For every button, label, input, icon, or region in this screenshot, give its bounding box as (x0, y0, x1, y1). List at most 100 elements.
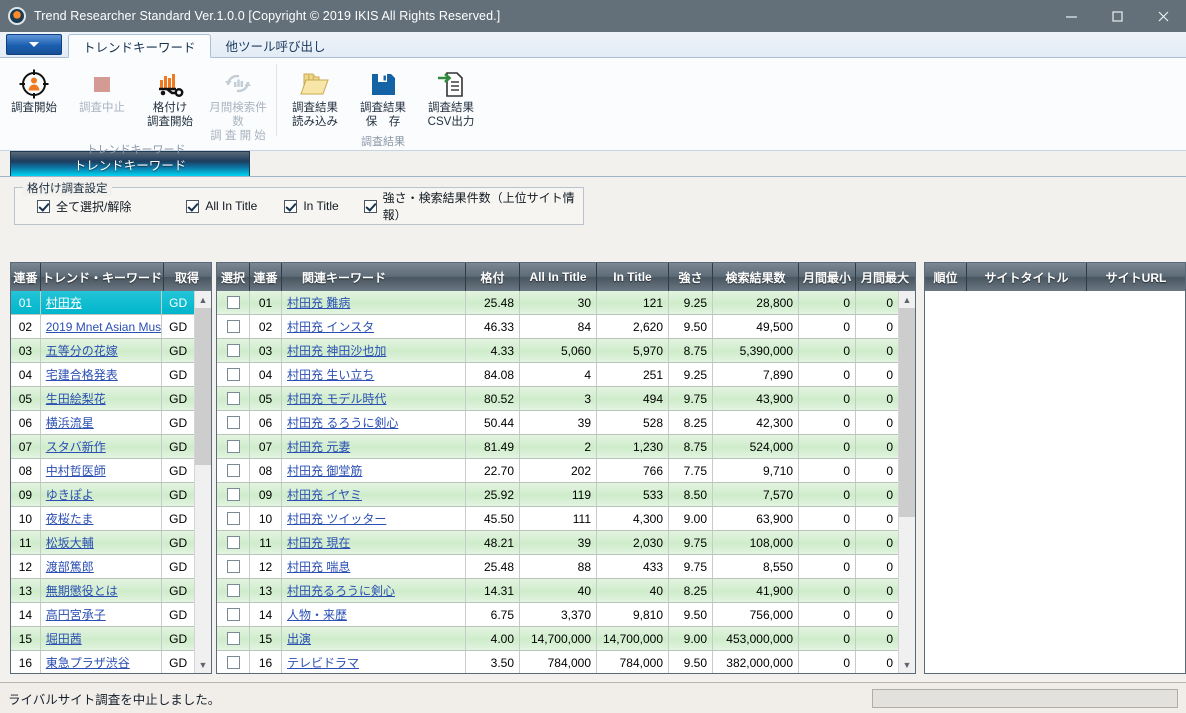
table-row[interactable]: 14 高円宮承子 GD (11, 603, 194, 627)
cell-keyword[interactable]: 五等分の花嫁 (41, 339, 163, 362)
related-col-strength[interactable]: 強さ (669, 263, 713, 291)
trend-scroll-thumb[interactable] (194, 308, 211, 465)
related-col-select[interactable]: 選択 (217, 263, 250, 291)
row-checkbox[interactable] (226, 392, 240, 405)
trend-scroll-track[interactable] (194, 308, 211, 656)
related-scroll-track[interactable] (898, 308, 915, 656)
row-checkbox[interactable] (226, 368, 240, 381)
table-row[interactable]: 11 村田充 現在 48.21 39 2,030 9.75 108,000 0 0 (217, 531, 898, 555)
table-row[interactable]: 04 村田充 生い立ち 84.08 4 251 9.25 7,890 0 0 (217, 363, 898, 387)
table-row[interactable]: 07 スタバ新作 GD (11, 435, 194, 459)
scroll-up-icon[interactable]: ▲ (899, 291, 916, 308)
row-checkbox[interactable] (226, 488, 240, 501)
cell-keyword[interactable]: 2019 Mnet Asian Musi (41, 315, 163, 338)
cell-select[interactable] (217, 603, 250, 626)
site-col-rank[interactable]: 順位 (925, 263, 967, 291)
cell-keyword[interactable]: 村田充 喘息 (282, 555, 466, 578)
cell-keyword[interactable]: 宅建合格発表 (41, 363, 163, 386)
table-row[interactable]: 03 村田充 神田沙也加 4.33 5,060 5,970 8.75 5,390,000 0 0 (217, 339, 898, 363)
cell-keyword[interactable]: 中村哲医師 (41, 459, 163, 482)
related-col-min[interactable]: 月間最小 (799, 263, 856, 291)
checkbox-in-title-box[interactable] (284, 199, 298, 213)
related-scroll-thumb[interactable] (898, 308, 915, 517)
trend-grid-scrollbar[interactable]: ▲ ▼ (194, 291, 211, 673)
cell-keyword[interactable]: 渡部篤郎 (41, 555, 163, 578)
start-research-button[interactable]: 調査開始 (0, 63, 68, 143)
cell-select[interactable] (217, 555, 250, 578)
table-row[interactable]: 05 村田充 モデル時代 80.52 3 494 9.75 43,900 0 0 (217, 387, 898, 411)
tab-trend-keyword[interactable]: トレンドキーワード (68, 34, 211, 58)
cell-keyword[interactable]: 村田充 現在 (282, 531, 466, 554)
table-row[interactable]: 06 横浜流星 GD (11, 411, 194, 435)
cell-keyword[interactable]: 村田充 生い立ち (282, 363, 466, 386)
load-result-button[interactable]: 調査結果 読み込み (281, 63, 349, 135)
row-checkbox[interactable] (226, 632, 240, 645)
row-checkbox[interactable] (226, 512, 240, 525)
site-col-title[interactable]: サイトタイトル (967, 263, 1087, 291)
cell-keyword[interactable]: 生田絵梨花 (41, 387, 163, 410)
table-row[interactable]: 16 テレビドラマ 3.50 784,000 784,000 9.50 382,000,00… (217, 651, 898, 673)
table-row[interactable]: 07 村田充 元妻 81.49 2 1,230 8.75 524,000 0 0 (217, 435, 898, 459)
table-row[interactable]: 02 2019 Mnet Asian Musi GD (11, 315, 194, 339)
table-row[interactable]: 04 宅建合格発表 GD (11, 363, 194, 387)
checkbox-all-in-title-box[interactable] (186, 199, 200, 213)
table-row[interactable]: 15 出演 4.00 14,700,000 14,700,000 9.00 453,000,… (217, 627, 898, 651)
cell-select[interactable] (217, 579, 250, 602)
related-col-rating[interactable]: 格付 (466, 263, 520, 291)
table-row[interactable]: 13 無期懲役とは GD (11, 579, 194, 603)
cell-select[interactable] (217, 291, 250, 314)
cell-keyword[interactable]: 堀田茜 (41, 627, 163, 650)
checkbox-select-all[interactable]: 全て選択/解除 (37, 198, 186, 215)
row-checkbox[interactable] (226, 656, 240, 669)
row-checkbox[interactable] (226, 296, 240, 309)
table-row[interactable]: 15 堀田茜 GD (11, 627, 194, 651)
checkbox-all-in-title[interactable]: All In Title (186, 199, 284, 213)
cell-keyword[interactable]: 夜桜たま (41, 507, 163, 530)
table-row[interactable]: 08 村田充 御堂筋 22.70 202 766 7.75 9,710 0 0 (217, 459, 898, 483)
table-row[interactable]: 05 生田絵梨花 GD (11, 387, 194, 411)
cell-keyword[interactable]: ゆきぽよ (41, 483, 163, 506)
application-menu-button[interactable] (6, 34, 62, 55)
cell-keyword[interactable]: 村田充 御堂筋 (282, 459, 466, 482)
checkbox-select-all-box[interactable] (37, 199, 50, 213)
cell-keyword[interactable]: 村田充 (41, 291, 163, 314)
table-row[interactable]: 01 村田充 GD (11, 291, 194, 315)
cell-keyword[interactable]: 人物・来歴 (282, 603, 466, 626)
cell-select[interactable] (217, 483, 250, 506)
cell-select[interactable] (217, 651, 250, 673)
cell-select[interactable] (217, 507, 250, 530)
checkbox-strength-results[interactable]: 強さ・検索結果件数（上位サイト情報） (363, 189, 583, 223)
table-row[interactable]: 11 松坂大輔 GD (11, 531, 194, 555)
start-monthly-search-count-button[interactable]: 月間検索件数 調 査 開 始 (204, 63, 272, 143)
site-col-url[interactable]: サイトURL (1087, 263, 1185, 291)
scroll-down-icon[interactable]: ▼ (899, 656, 916, 673)
minimize-icon[interactable] (1048, 0, 1094, 32)
cell-keyword[interactable]: テレビドラマ (282, 651, 466, 673)
trend-col-keyword[interactable]: トレンド・キーワード (41, 263, 164, 291)
cell-keyword[interactable]: スタバ新作 (41, 435, 163, 458)
cell-keyword[interactable]: 高円宮承子 (41, 603, 163, 626)
table-row[interactable]: 06 村田充 るろうに剣心 50.44 39 528 8.25 42,300 0 0 (217, 411, 898, 435)
start-rating-research-button[interactable]: 格付け 調査開始 (136, 63, 204, 143)
related-col-keyword[interactable]: 関連キーワード (282, 263, 466, 291)
row-checkbox[interactable] (226, 320, 240, 333)
checkbox-in-title[interactable]: In Title (284, 199, 363, 213)
table-row[interactable]: 03 五等分の花嫁 GD (11, 339, 194, 363)
cell-select[interactable] (217, 411, 250, 434)
cell-select[interactable] (217, 387, 250, 410)
cell-keyword[interactable]: 村田充 イヤミ (282, 483, 466, 506)
row-checkbox[interactable] (226, 584, 240, 597)
cell-keyword[interactable]: 村田充 元妻 (282, 435, 466, 458)
table-row[interactable]: 09 ゆきぽよ GD (11, 483, 194, 507)
maximize-icon[interactable] (1094, 0, 1140, 32)
table-row[interactable]: 14 人物・来歴 6.75 3,370 9,810 9.50 756,000 0 0 (217, 603, 898, 627)
trend-col-no[interactable]: 連番 (11, 263, 41, 291)
scroll-up-icon[interactable]: ▲ (195, 291, 212, 308)
row-checkbox[interactable] (226, 536, 240, 549)
scroll-down-icon[interactable]: ▼ (195, 656, 212, 673)
row-checkbox[interactable] (226, 440, 240, 453)
table-row[interactable]: 10 村田充 ツイッター 45.50 111 4,300 9.00 63,900 0 0 (217, 507, 898, 531)
save-result-button[interactable]: 調査結果 保 存 (349, 63, 417, 135)
cell-keyword[interactable]: 村田充 難病 (282, 291, 466, 314)
cell-keyword[interactable]: 村田充 神田沙也加 (282, 339, 466, 362)
